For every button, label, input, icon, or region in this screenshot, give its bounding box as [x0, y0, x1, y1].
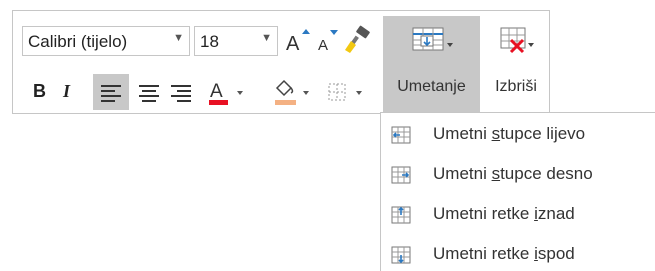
font-color-button[interactable]: A	[208, 77, 246, 107]
delete-button[interactable]: Izbriši	[481, 16, 551, 115]
menu-item-insert-columns-right[interactable]: Umetni stupce desno	[381, 155, 655, 195]
insert-rows-above-icon	[391, 206, 411, 224]
align-right-icon	[171, 85, 191, 102]
insert-table-icon	[412, 27, 453, 51]
chevron-down-icon	[356, 91, 362, 95]
chevron-down-icon	[303, 91, 309, 95]
align-center-icon	[139, 85, 159, 102]
menu-item-label: Umetni retke ispod	[433, 244, 575, 263]
menu-item-insert-rows-above[interactable]: Umetni retke iznad	[381, 195, 655, 235]
insert-menu: Umetni stupce lijevo Umetni stupce desno	[380, 112, 655, 271]
insert-columns-left-icon	[391, 126, 411, 144]
grow-font-button[interactable]: A	[283, 27, 311, 55]
font-name-value: Calibri (tijelo)	[28, 32, 128, 51]
shrink-font-icon: A	[318, 30, 338, 54]
align-left-button[interactable]	[93, 74, 129, 110]
align-center-button[interactable]	[138, 83, 160, 103]
font-size-value: 18	[200, 32, 219, 51]
font-size-combobox[interactable]: 18 ▼	[194, 26, 278, 56]
insert-rows-below-icon	[391, 246, 411, 264]
menu-item-label: Umetni stupce desno	[433, 164, 593, 183]
menu-item-label: Umetni retke iznad	[433, 204, 575, 223]
font-color-letter: A	[210, 81, 223, 102]
insert-button[interactable]: Umetanje	[383, 16, 480, 115]
chevron-down-icon	[447, 43, 453, 47]
chevron-down-icon	[237, 91, 243, 95]
grow-font-icon: A	[286, 29, 310, 55]
shrink-font-letter: A	[318, 37, 328, 54]
menu-item-insert-rows-below[interactable]: Umetni retke ispod	[381, 235, 655, 271]
shrink-font-button[interactable]: A	[313, 27, 341, 55]
insert-columns-right-icon	[391, 166, 411, 184]
paint-bucket-icon	[275, 79, 309, 105]
highlight-color-button[interactable]	[271, 77, 315, 107]
italic-button[interactable]: I	[63, 81, 85, 105]
format-painter-icon	[345, 25, 370, 53]
chevron-down-icon	[528, 43, 534, 47]
align-left-icon	[101, 85, 121, 102]
mini-toolbar: Calibri (tijelo) ▼ 18 ▼ A A B I A Umetan…	[12, 10, 551, 115]
borders-icon	[328, 83, 362, 101]
grow-font-letter: A	[286, 33, 300, 55]
bold-button[interactable]: B	[33, 81, 55, 105]
align-right-button[interactable]	[170, 83, 192, 103]
font-name-combobox[interactable]: Calibri (tijelo) ▼	[22, 26, 190, 56]
menu-item-label: Umetni stupce lijevo	[433, 124, 586, 143]
insert-label: Umetanje	[397, 78, 466, 95]
delete-table-icon	[500, 27, 534, 54]
menu-item-insert-columns-left[interactable]: Umetni stupce lijevo	[381, 115, 655, 155]
borders-button[interactable]	[325, 79, 369, 107]
format-painter-button[interactable]	[343, 25, 373, 55]
screen: Calibri (tijelo) ▼ 18 ▼ A A B I A Umetan…	[0, 0, 655, 271]
delete-label: Izbriši	[495, 78, 537, 95]
chevron-down-icon[interactable]: ▼	[173, 32, 184, 44]
chevron-down-icon[interactable]: ▼	[261, 32, 272, 44]
font-color-icon: A	[209, 81, 243, 105]
